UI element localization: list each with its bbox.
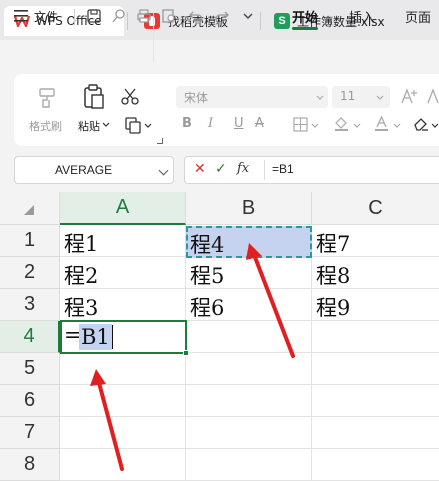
cell-b4[interactable] [186,321,312,353]
tab-home[interactable]: 开始 [292,7,318,26]
font-family-value: 宋体 [184,91,209,105]
font-size-value: 11 [340,89,356,103]
chevron-down-icon[interactable] [353,122,361,130]
chevron-down-icon[interactable] [240,8,256,24]
cell-c3[interactable]: 程9 [312,289,439,321]
cell-a2[interactable]: 程2 [60,257,186,289]
row-header-2[interactable]: 2 [0,257,60,289]
cell-b1[interactable]: 程4 [190,229,224,259]
menu-row [0,40,439,72]
save-icon[interactable] [86,8,102,24]
row-header-1[interactable]: 1 [0,225,60,257]
row-header-7[interactable]: 7 [0,417,60,449]
chevron-down-icon[interactable] [393,122,401,130]
cell-c8[interactable] [312,449,439,481]
bold-icon[interactable]: B [182,116,192,131]
cell-b7[interactable] [186,417,312,449]
copy-icon[interactable] [124,116,142,134]
tab-insert[interactable]: 插入 [349,7,375,26]
confirm-icon[interactable]: ✓ [215,161,227,177]
name-box[interactable]: AVERAGE [14,156,174,184]
cell-c4[interactable] [312,321,439,353]
clear-format-icon[interactable] [412,115,429,132]
ribbon-panel [14,74,439,146]
cell-a5[interactable] [60,353,186,385]
cut-icon[interactable] [121,87,139,105]
underline-icon[interactable]: U [234,116,244,131]
active-tab-underline [292,27,318,30]
italic-icon[interactable]: I [208,116,213,131]
format-painter-icon[interactable] [35,86,59,110]
cell-a4-reference: B1 [79,324,112,350]
formula-text[interactable]: =B1 [272,162,294,176]
tab-page[interactable]: 页面 [405,7,431,26]
cell-b8[interactable] [186,449,312,481]
paste-icon[interactable] [82,84,106,110]
cancel-icon[interactable]: ✕ [194,161,206,177]
spreadsheet-icon: S [274,13,290,29]
menu-divider [74,9,75,25]
file-menu[interactable]: 文件 [34,8,58,25]
cell-c2[interactable]: 程8 [312,257,439,289]
chevron-down-icon[interactable] [431,122,439,130]
cell-c7[interactable] [312,417,439,449]
insert-function-icon[interactable]: fx [237,161,249,176]
cell-b2[interactable]: 程5 [186,257,312,289]
column-header-b[interactable]: B [186,192,312,225]
row-header-8[interactable]: 8 [0,449,60,481]
undo-icon[interactable] [188,8,204,24]
cell-a1[interactable]: 程1 [60,225,186,257]
formula-divider [264,160,265,180]
cell-a8[interactable] [60,449,186,481]
redo-icon[interactable] [214,8,230,24]
strikethrough-icon[interactable]: A [255,116,264,131]
cell-c6[interactable] [312,385,439,417]
cell-c5[interactable] [312,353,439,385]
font-family-select[interactable]: 宋体 [176,86,328,108]
cell-b3[interactable]: 程6 [186,289,312,321]
fill-handle[interactable] [183,350,189,356]
row-header-3[interactable]: 3 [0,289,60,321]
increase-font-size-icon[interactable] [400,88,418,104]
chevron-down-icon[interactable] [102,121,110,129]
select-all-icon [24,205,34,215]
dialog-launcher-icon[interactable] [157,138,163,144]
row-header-4[interactable]: 4 [0,321,60,353]
ribbon-divider [153,10,154,62]
chevron-down-icon[interactable] [316,94,324,102]
format-painter-label[interactable]: 格式刷 [29,118,62,134]
cell-a3[interactable]: 程3 [60,289,186,321]
chevron-down-icon[interactable] [144,122,152,130]
borders-icon[interactable] [293,117,308,132]
export-icon[interactable] [111,8,127,24]
print-icon[interactable] [136,8,152,24]
paste-label[interactable]: 粘贴 [78,118,100,134]
cell-a6[interactable] [60,385,186,417]
name-box-value: AVERAGE [55,163,113,177]
row-header-6[interactable]: 6 [0,385,60,417]
chevron-down-icon[interactable] [311,122,319,130]
tab-divider [260,12,261,30]
fill-color-icon[interactable] [333,115,350,132]
column-header-c[interactable]: C [312,192,439,225]
text-cursor [112,325,113,349]
cell-a7[interactable] [60,417,186,449]
chevron-down-icon[interactable] [376,94,384,102]
decrease-font-size-icon[interactable] [426,88,439,104]
font-color-icon[interactable] [373,115,390,132]
print-preview-icon[interactable] [161,8,177,24]
cell-c1[interactable]: 程7 [312,225,439,257]
menu-icon[interactable] [14,10,28,22]
cell-b6[interactable] [186,385,312,417]
column-header-a[interactable]: A [60,192,186,225]
row-header-5[interactable]: 5 [0,353,60,385]
tab-divider [127,12,128,30]
cell-b5[interactable] [186,353,312,385]
